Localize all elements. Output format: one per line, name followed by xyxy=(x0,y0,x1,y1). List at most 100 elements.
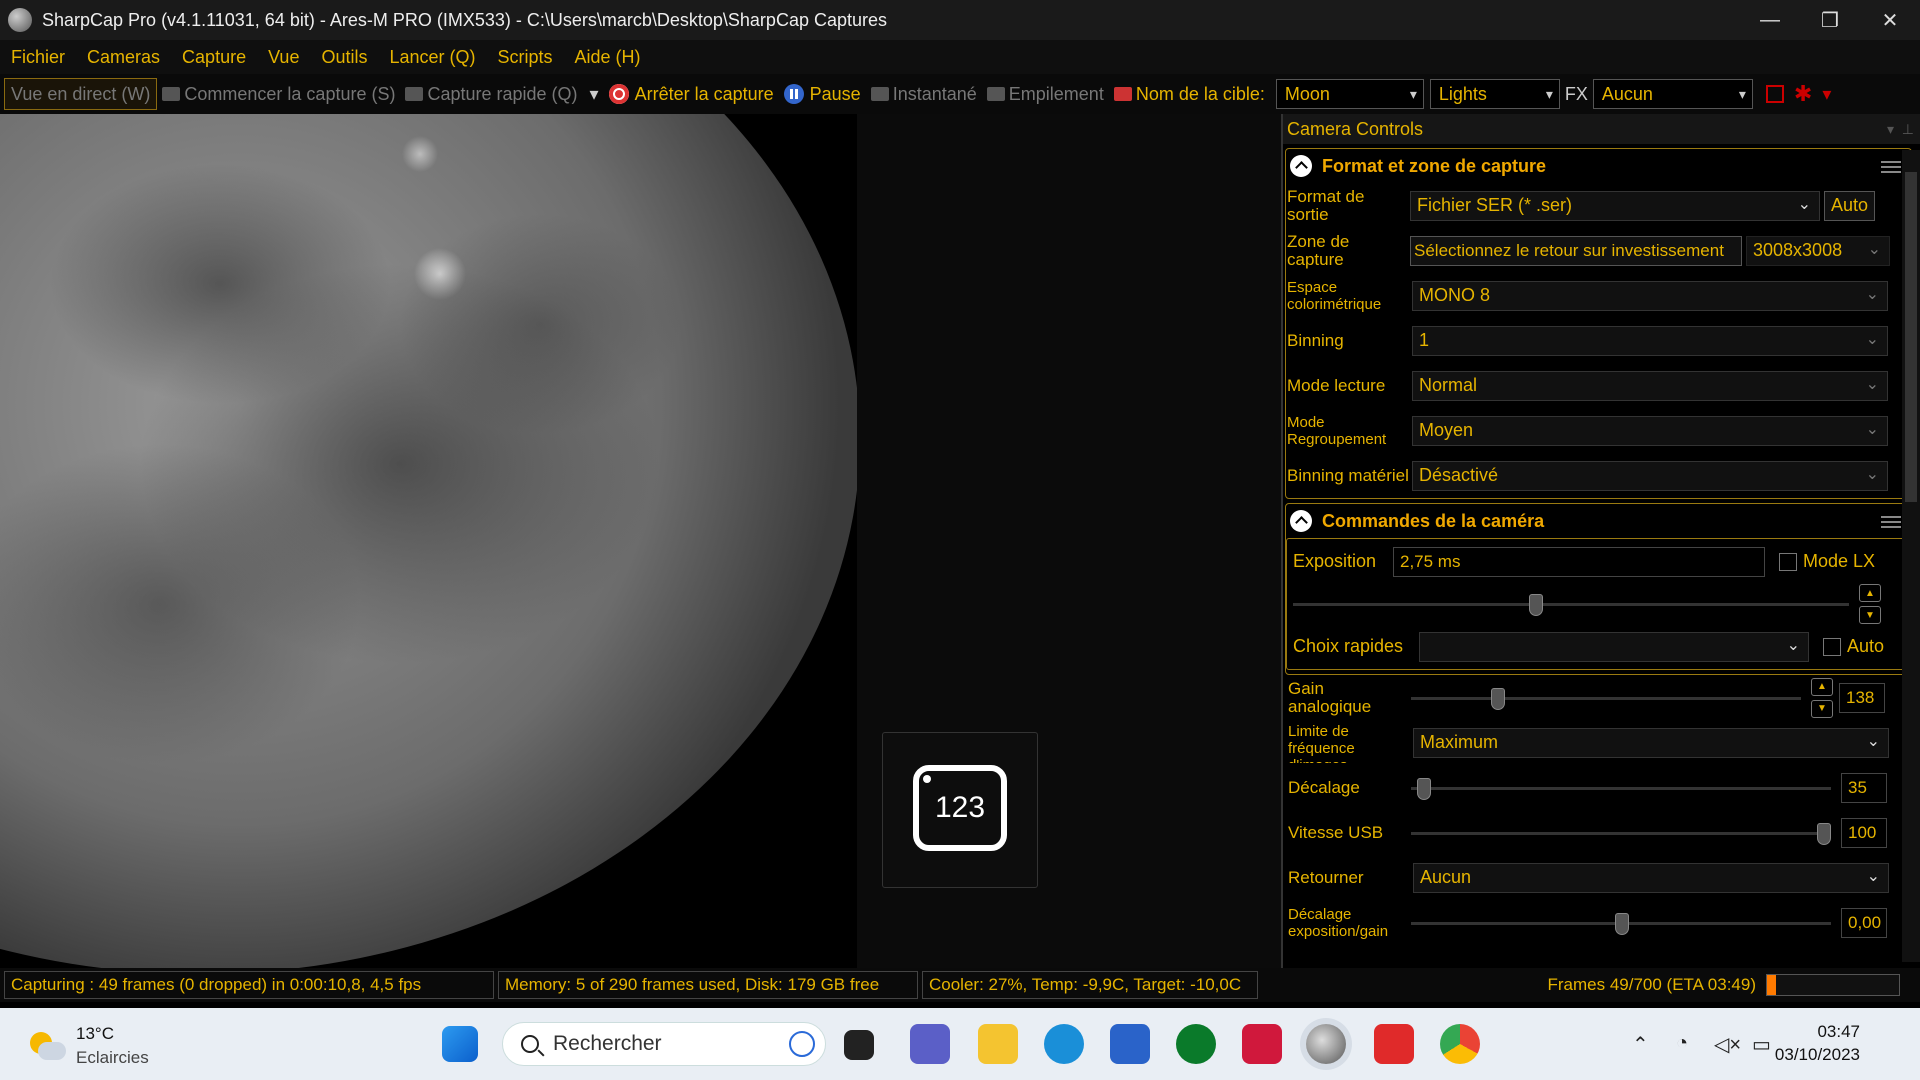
close-button[interactable]: ✕ xyxy=(1860,0,1920,40)
read-mode-label: Mode lecture xyxy=(1287,375,1386,395)
frame-limit-select[interactable]: Maximum xyxy=(1413,727,1889,758)
file-explorer-icon[interactable] xyxy=(978,1024,1018,1064)
exposure-input[interactable]: 2,75 ms xyxy=(1393,546,1765,577)
select-roi-button[interactable]: Sélectionnez le retour sur investissemen… xyxy=(1410,235,1742,266)
lx-mode-checkbox[interactable] xyxy=(1779,552,1797,571)
microsoft-store-icon[interactable] xyxy=(1110,1024,1150,1064)
stacking-button[interactable]: Empilement xyxy=(982,84,1109,105)
window-title: SharpCap Pro (v4.1.11031, 64 bit) - Ares… xyxy=(42,9,887,30)
bin-mode-select[interactable]: Moyen xyxy=(1412,415,1888,446)
format-section-title[interactable]: Format et zone de capture xyxy=(1286,149,1911,183)
usb-speed-slider[interactable] xyxy=(1411,822,1831,845)
minimize-button[interactable]: — xyxy=(1740,0,1800,40)
offset-slider[interactable] xyxy=(1411,777,1831,800)
battery-icon[interactable]: ▭ xyxy=(1752,1032,1771,1057)
read-mode-select[interactable]: Normal xyxy=(1412,370,1888,401)
up-arrow-icon[interactable]: ▲ xyxy=(1811,677,1833,696)
gain-slider-thumb[interactable] xyxy=(1491,687,1505,710)
anydesk-icon[interactable] xyxy=(1374,1024,1414,1064)
hw-binning-select[interactable]: Désactivé xyxy=(1412,460,1888,491)
gain-slider[interactable] xyxy=(1411,687,1801,710)
menu-icon[interactable] xyxy=(1881,161,1901,173)
down-arrow-icon[interactable]: ▼ xyxy=(1811,699,1833,718)
search-icon xyxy=(521,1035,539,1053)
weather-widget[interactable]: 13°C Eclaircies xyxy=(26,1022,149,1070)
target-label-text: Nom de la cible: xyxy=(1135,83,1265,104)
color-space-select[interactable]: MONO 8 xyxy=(1412,280,1888,311)
menu-cameras[interactable]: Cameras xyxy=(76,47,171,68)
task-view-icon[interactable] xyxy=(844,1030,874,1060)
restore-button[interactable]: ❐ xyxy=(1800,0,1860,40)
collapse-icon[interactable] xyxy=(1290,155,1312,177)
phd2-guiding-icon[interactable] xyxy=(1176,1024,1216,1064)
fx-select[interactable]: Aucun xyxy=(1592,79,1753,109)
frame-type-select[interactable]: Lights xyxy=(1429,79,1560,109)
offset-slider-thumb[interactable] xyxy=(1417,777,1431,800)
wifi-icon[interactable]: ◔ xyxy=(1676,1032,1688,1055)
panel-scrollbar[interactable] xyxy=(1902,150,1920,962)
sharpcap-taskbar-icon[interactable] xyxy=(1306,1024,1346,1064)
usb-speed-input[interactable]: 100 xyxy=(1841,817,1887,848)
teams-chat-icon[interactable] xyxy=(910,1024,950,1064)
menu-scripts[interactable]: Scripts xyxy=(487,47,564,68)
chevron-down-icon[interactable]: ▾ xyxy=(590,84,599,105)
edge-browser-icon[interactable] xyxy=(1044,1024,1084,1064)
live-view-button[interactable]: Vue en direct (W) xyxy=(4,78,158,110)
quick-picks-select[interactable] xyxy=(1419,631,1809,662)
panel-menu-icon[interactable]: ▾ xyxy=(1887,121,1894,138)
exposure-gain-offset-slider[interactable] xyxy=(1411,912,1831,935)
flip-label: Retourner xyxy=(1288,867,1364,887)
usb-speed-slider-thumb[interactable] xyxy=(1817,822,1831,845)
down-arrow-icon[interactable]: ▼ xyxy=(1859,606,1881,624)
gain-spinner[interactable]: ▲ ▼ xyxy=(1811,677,1833,718)
exposure-spinner[interactable]: ▲ ▼ xyxy=(1859,584,1881,624)
crosshair-icon[interactable]: ✱ xyxy=(1794,81,1812,107)
frame-counter-overlay[interactable]: 123 xyxy=(882,732,1038,888)
windows-start-icon[interactable] xyxy=(442,1026,478,1062)
up-arrow-icon[interactable]: ▲ xyxy=(1859,584,1881,602)
menu-icon[interactable] xyxy=(1881,516,1901,528)
menu-capture[interactable]: Capture xyxy=(171,47,257,68)
capture-area-select[interactable]: 3008x3008 xyxy=(1746,235,1890,266)
chevron-down-icon[interactable]: ▾ xyxy=(1822,84,1831,105)
exposure-slider-thumb[interactable] xyxy=(1529,594,1543,616)
quick-picks-auto-checkbox[interactable] xyxy=(1823,637,1841,656)
menu-outils[interactable]: Outils xyxy=(310,47,378,68)
menu-fichier[interactable]: Fichier xyxy=(0,47,76,68)
exposure-label: Exposition xyxy=(1293,551,1377,571)
snapshot-button[interactable]: Instantané xyxy=(866,84,982,105)
start-capture-label: Commencer la capture (S) xyxy=(184,83,396,104)
binning-select[interactable]: 1 xyxy=(1412,325,1888,356)
app-red-icon[interactable] xyxy=(1242,1024,1282,1064)
camera-section-title[interactable]: Commandes de la caméra xyxy=(1286,504,1911,538)
flip-select[interactable]: Aucun xyxy=(1413,862,1889,893)
auto-button[interactable]: Auto xyxy=(1824,190,1876,221)
toolbar-extra-icons[interactable]: ✱ ▾ xyxy=(1753,81,1836,107)
gain-input[interactable]: 138 xyxy=(1839,682,1885,713)
exposure-gain-offset-slider-thumb[interactable] xyxy=(1615,912,1629,935)
exposure-slider[interactable] xyxy=(1293,594,1849,616)
region-icon[interactable] xyxy=(1765,85,1784,103)
quick-capture-button[interactable]: Capture rapide (Q) ▾ xyxy=(400,84,603,105)
speaker-muted-icon[interactable]: ◁× xyxy=(1714,1032,1741,1057)
stop-capture-button[interactable]: Arrêter la capture xyxy=(604,84,779,105)
chrome-browser-icon[interactable] xyxy=(1440,1024,1480,1064)
collapse-icon[interactable] xyxy=(1290,510,1312,532)
menu-vue[interactable]: Vue xyxy=(257,47,310,68)
pin-icon[interactable]: ⊥ xyxy=(1902,121,1914,138)
system-clock[interactable]: 03:47 03/10/2023 xyxy=(1775,1020,1860,1066)
scrollbar-thumb[interactable] xyxy=(1905,172,1917,502)
pause-button[interactable]: Pause xyxy=(779,84,866,105)
target-name-select[interactable]: Moon xyxy=(1275,79,1424,109)
output-format-select[interactable]: Fichier SER (* .ser) xyxy=(1410,190,1820,221)
exposure-gain-offset-input[interactable]: 0,00 xyxy=(1841,907,1887,938)
taskbar-search[interactable]: Rechercher xyxy=(502,1022,826,1066)
start-capture-button[interactable]: Commencer la capture (S) xyxy=(157,84,400,105)
live-image-viewport[interactable] xyxy=(0,114,857,968)
toolbar: Vue en direct (W) Commencer la capture (… xyxy=(0,74,1920,114)
bing-icon[interactable] xyxy=(789,1031,815,1057)
offset-input[interactable]: 35 xyxy=(1841,772,1887,803)
menu-aide[interactable]: Aide (H) xyxy=(564,47,652,68)
chevron-up-icon[interactable]: ⌃ xyxy=(1632,1032,1649,1057)
menu-lancer[interactable]: Lancer (Q) xyxy=(378,47,486,68)
